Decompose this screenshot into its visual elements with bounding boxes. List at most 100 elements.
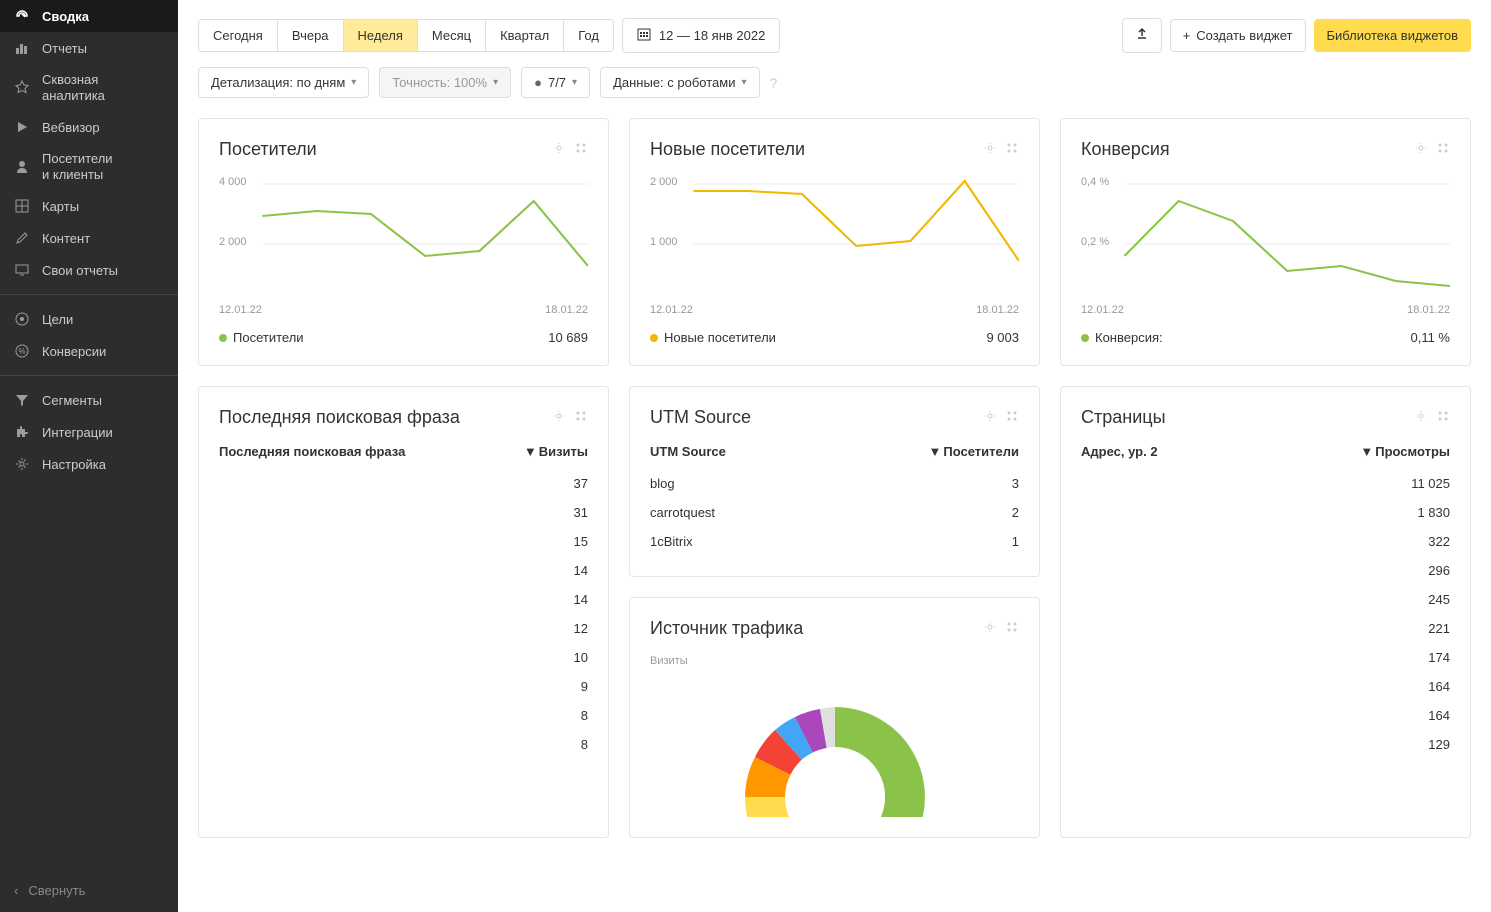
chevron-down-icon: ▾	[741, 77, 746, 88]
sidebar-item-integrations[interactable]: Интеграции	[0, 416, 178, 448]
legend-label: Новые посетители	[664, 330, 776, 345]
table-row[interactable]: 14	[219, 585, 588, 614]
sort-desc-icon: ▼	[929, 444, 942, 459]
sidebar-item-visitors[interactable]: Посетителии клиенты	[0, 143, 178, 190]
widget-library-button[interactable]: Библиотека виджетов	[1314, 19, 1472, 52]
y-tick: 2 000	[219, 236, 247, 248]
table-row[interactable]: 8	[219, 730, 588, 759]
drag-icon[interactable]	[1436, 409, 1450, 426]
widget-conversion: Конверсия 0,4 % 0,2 % 12.01.22 18.01.22	[1060, 118, 1471, 366]
table-row[interactable]: 10	[219, 643, 588, 672]
sidebar-label: Сводка	[42, 9, 89, 24]
gear-icon[interactable]	[1414, 409, 1428, 426]
sidebar-item-reports[interactable]: Отчеты	[0, 32, 178, 64]
table-row[interactable]: 31	[219, 498, 588, 527]
filter-toolbar: Детализация: по дням ▾ Точность: 100% ▾ …	[198, 67, 1471, 98]
table-row[interactable]: 9	[219, 672, 588, 701]
sidebar-item-settings[interactable]: Настройка	[0, 448, 178, 480]
sidebar-label: Вебвизор	[42, 120, 100, 135]
table-row[interactable]: 245	[1081, 585, 1450, 614]
col-header[interactable]: Последняя поисковая фраза	[219, 444, 405, 459]
puzzle-icon	[14, 424, 30, 440]
table-row[interactable]: 1cBitrix1	[650, 527, 1019, 556]
sidebar-item-segments[interactable]: Сегменты	[0, 384, 178, 416]
drag-icon[interactable]	[1005, 141, 1019, 158]
sidebar-label: Сквознаяаналитика	[42, 72, 105, 103]
table-row[interactable]: 129	[1081, 730, 1450, 759]
row-name: 1cBitrix	[650, 534, 693, 549]
period-quarter[interactable]: Квартал	[486, 20, 564, 51]
gear-icon[interactable]	[983, 409, 997, 426]
table-row[interactable]: 8	[219, 701, 588, 730]
sidebar-item-conversions[interactable]: % Конверсии	[0, 335, 178, 367]
export-button[interactable]	[1122, 18, 1162, 53]
period-today[interactable]: Сегодня	[199, 20, 278, 51]
row-value: 2	[1012, 505, 1019, 520]
col-header[interactable]: ▼Посетители	[929, 444, 1019, 459]
date-range-picker[interactable]: 12 — 18 янв 2022	[622, 18, 780, 53]
funnel-icon	[14, 392, 30, 408]
gear-icon[interactable]	[552, 141, 566, 158]
table-row[interactable]: 322	[1081, 527, 1450, 556]
gear-icon[interactable]	[983, 620, 997, 637]
col-header[interactable]: UTM Source	[650, 444, 726, 459]
period-year[interactable]: Год	[564, 20, 613, 51]
sidebar-item-my-reports[interactable]: Свои отчеты	[0, 254, 178, 286]
widget-title: Последняя поисковая фраза	[219, 407, 460, 428]
sidebar-item-webvisor[interactable]: Вебвизор	[0, 111, 178, 143]
legend-dot	[1081, 334, 1089, 342]
col-header[interactable]: Адрес, ур. 2	[1081, 444, 1158, 459]
drag-icon[interactable]	[1436, 141, 1450, 158]
drag-icon[interactable]	[574, 141, 588, 158]
table-row[interactable]: 1 830	[1081, 498, 1450, 527]
table-row[interactable]: 164	[1081, 672, 1450, 701]
table-row[interactable]: 37	[219, 469, 588, 498]
star-icon	[14, 80, 30, 96]
table-row[interactable]: 11 025	[1081, 469, 1450, 498]
sidebar-label: Контент	[42, 231, 90, 246]
period-week[interactable]: Неделя	[344, 20, 418, 51]
table-row[interactable]: blog3	[650, 469, 1019, 498]
table-row[interactable]: 296	[1081, 556, 1450, 585]
sort-desc-icon: ▼	[524, 444, 537, 459]
segments-dropdown[interactable]: ● 7/7 ▾	[521, 67, 590, 98]
period-yesterday[interactable]: Вчера	[278, 20, 344, 51]
row-name: blog	[650, 476, 675, 491]
y-tick: 4 000	[219, 176, 247, 188]
table-row[interactable]: 174	[1081, 643, 1450, 672]
table-row[interactable]: 221	[1081, 614, 1450, 643]
drag-icon[interactable]	[1005, 409, 1019, 426]
gear-icon[interactable]	[983, 141, 997, 158]
drag-icon[interactable]	[574, 409, 588, 426]
sidebar-item-analytics[interactable]: Сквознаяаналитика	[0, 64, 178, 111]
gear-icon[interactable]	[1414, 141, 1428, 158]
main-content: Сегодня Вчера Неделя Месяц Квартал Год 1…	[178, 0, 1491, 912]
sidebar-item-maps[interactable]: Карты	[0, 190, 178, 222]
gear-icon[interactable]	[552, 409, 566, 426]
period-month[interactable]: Месяц	[418, 20, 486, 51]
table-row[interactable]: 14	[219, 556, 588, 585]
table-row[interactable]: 164	[1081, 701, 1450, 730]
sidebar-item-goals[interactable]: Цели	[0, 303, 178, 335]
data-dropdown[interactable]: Данные: с роботами ▾	[600, 67, 759, 98]
table-row[interactable]: 15	[219, 527, 588, 556]
drag-icon[interactable]	[1005, 620, 1019, 637]
col-header[interactable]: ▼Просмотры	[1360, 444, 1450, 459]
detail-label: Детализация: по дням	[211, 75, 345, 90]
sidebar-collapse[interactable]: ‹ Свернуть	[0, 869, 178, 912]
create-widget-button[interactable]: + Создать виджет	[1170, 19, 1306, 52]
row-value: 8	[581, 737, 588, 752]
sidebar-label: Цели	[42, 312, 73, 327]
table-row[interactable]: 12	[219, 614, 588, 643]
person-icon	[14, 159, 30, 175]
table-row[interactable]: carrotquest2	[650, 498, 1019, 527]
row-value: 129	[1428, 737, 1450, 752]
detail-dropdown[interactable]: Детализация: по дням ▾	[198, 67, 369, 98]
col-header[interactable]: ▼Визиты	[524, 444, 588, 459]
sidebar-item-summary[interactable]: Сводка	[0, 0, 178, 32]
x-tick: 18.01.22	[976, 304, 1019, 316]
help-icon[interactable]: ?	[770, 75, 778, 91]
row-value: 31	[574, 505, 588, 520]
widget-search-phrase: Последняя поисковая фраза Последняя поис…	[198, 386, 609, 838]
sidebar-item-content[interactable]: Контент	[0, 222, 178, 254]
